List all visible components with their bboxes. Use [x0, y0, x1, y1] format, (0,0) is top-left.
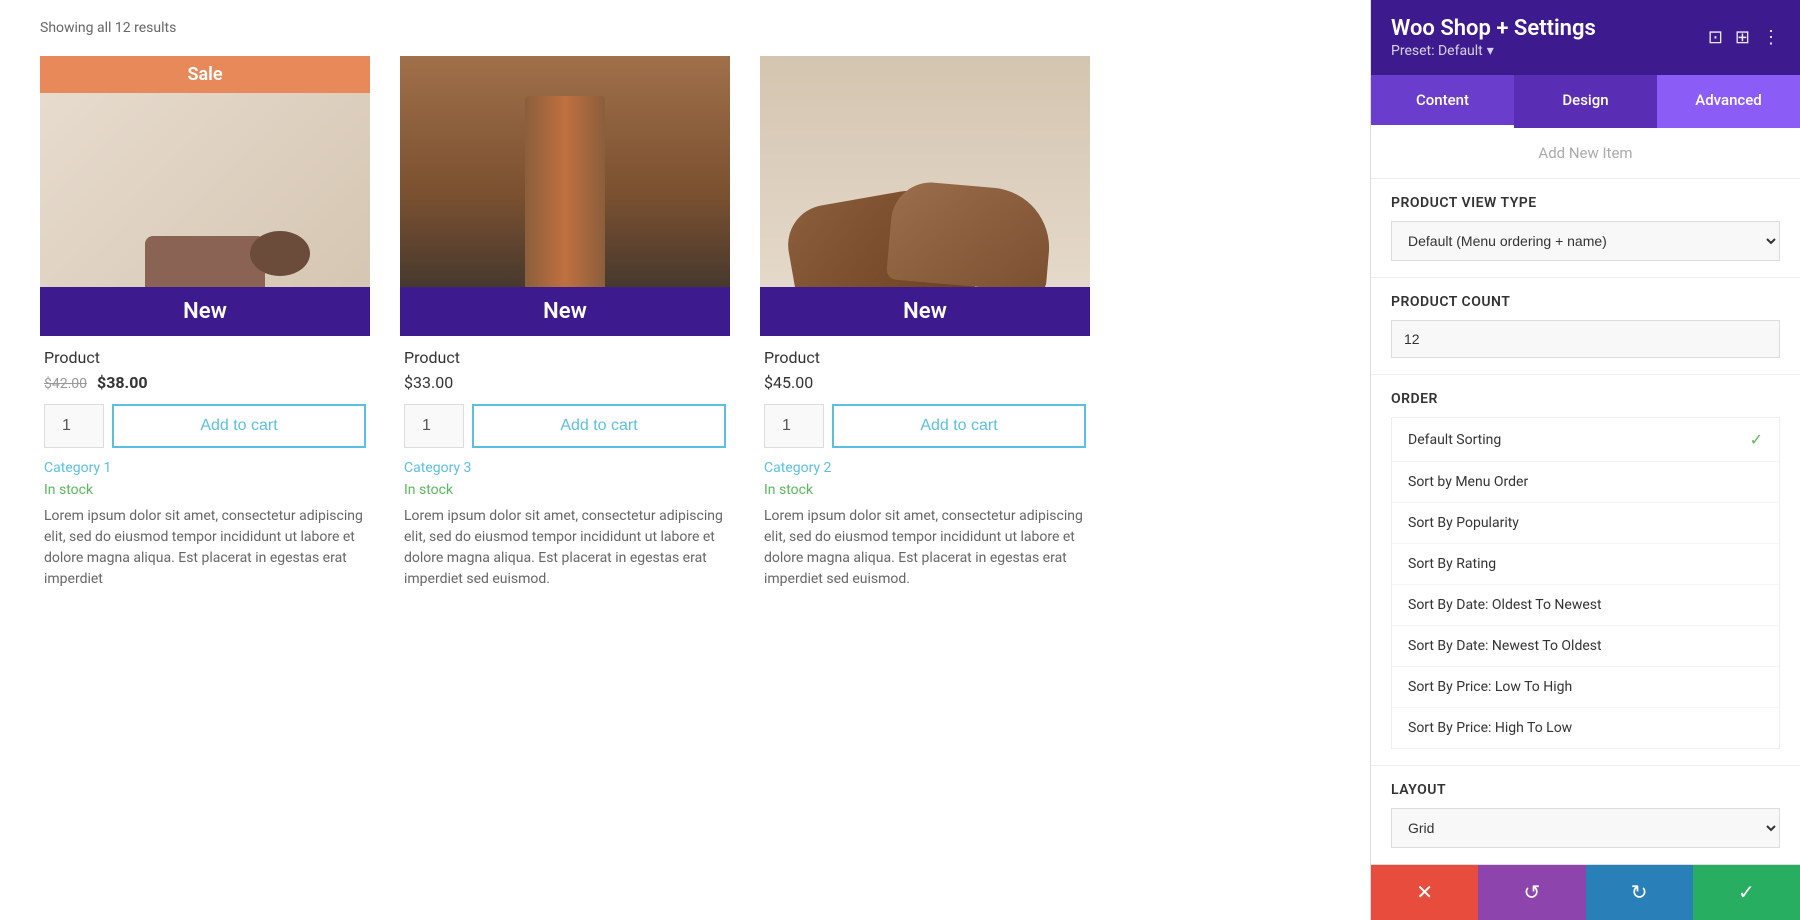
product-info-2: Product $33.00 Add to cart Category 3 In…: [400, 336, 730, 602]
product-info-1: Product $42.00 $38.00 Add to cart Catego…: [40, 336, 370, 602]
new-badge-1: New: [40, 287, 370, 336]
order-option-price-low[interactable]: Sort By Price: Low To High: [1392, 667, 1779, 708]
category-link-3[interactable]: Category 2: [764, 460, 1086, 476]
add-to-cart-button-2[interactable]: Add to cart: [472, 404, 726, 448]
save-button[interactable]: ✓: [1693, 865, 1800, 920]
new-badge-2: New: [400, 287, 730, 336]
panel-content: Add New Item Product View Type Default (…: [1371, 128, 1800, 864]
products-grid: Sale New Product $42.00 $38.00 Add to ca…: [40, 56, 1090, 602]
add-to-cart-button-3[interactable]: Add to cart: [832, 404, 1086, 448]
redo-button[interactable]: ↻: [1586, 865, 1693, 920]
category-link-1[interactable]: Category 1: [44, 460, 366, 476]
product-desc-2: Lorem ipsum dolor sit amet, consectetur …: [404, 506, 726, 590]
product-count-label: Product Count: [1391, 294, 1780, 310]
panel-preset[interactable]: Preset: Default ▾: [1391, 43, 1596, 59]
selected-check-icon: ✓: [1750, 430, 1763, 449]
order-option-price-high[interactable]: Sort By Price: High To Low: [1392, 708, 1779, 748]
qty-input-2[interactable]: [404, 404, 464, 448]
product-desc-1: Lorem ipsum dolor sit amet, consectetur …: [44, 506, 366, 590]
more-icon[interactable]: ⋮: [1762, 27, 1780, 48]
price-wrap-3: $45.00: [764, 373, 1086, 392]
product-name-3: Product: [764, 348, 1086, 367]
order-label: Order: [1391, 391, 1780, 407]
layout-label: Layout: [1391, 782, 1780, 798]
qty-input-3[interactable]: [764, 404, 824, 448]
product-image-wrap-2: New: [400, 56, 730, 336]
product-view-type-section: Product View Type Default (Menu ordering…: [1371, 179, 1800, 278]
panel-header: Woo Shop + Settings Preset: Default ▾ ⊡ …: [1371, 0, 1800, 75]
panel-toolbar: ✕ ↺ ↻ ✓: [1371, 864, 1800, 920]
price-wrap-1: $42.00 $38.00: [44, 373, 366, 392]
in-stock-3: In stock: [764, 482, 1086, 498]
product-card: Sale New Product $42.00 $38.00 Add to ca…: [40, 56, 370, 602]
results-count: Showing all 12 results: [40, 20, 1330, 36]
product-image-wrap-3: New: [760, 56, 1090, 336]
in-stock-1: In stock: [44, 482, 366, 498]
product-desc-3: Lorem ipsum dolor sit amet, consectetur …: [764, 506, 1086, 590]
add-to-cart-wrap-2: Add to cart: [404, 404, 726, 448]
qty-input-1[interactable]: [44, 404, 104, 448]
order-option-popularity[interactable]: Sort By Popularity: [1392, 503, 1779, 544]
add-new-item[interactable]: Add New Item: [1371, 128, 1800, 179]
category-link-2[interactable]: Category 3: [404, 460, 726, 476]
order-option-date-oldest[interactable]: Sort By Date: Oldest To Newest: [1392, 585, 1779, 626]
product-count-section: Product Count: [1371, 278, 1800, 375]
product-card-2: New Product $33.00 Add to cart Category …: [400, 56, 730, 602]
add-to-cart-button-1[interactable]: Add to cart: [112, 404, 366, 448]
product-info-3: Product $45.00 Add to cart Category 2 In…: [760, 336, 1090, 602]
layout-section: Layout Grid List: [1371, 766, 1800, 864]
new-badge-3: New: [760, 287, 1090, 336]
add-to-cart-wrap-3: Add to cart: [764, 404, 1086, 448]
product-card-3: New Product $45.00 Add to cart Category …: [760, 56, 1090, 602]
product-name-2: Product: [404, 348, 726, 367]
price-new-1: $38.00: [97, 373, 148, 392]
order-option-rating[interactable]: Sort By Rating: [1392, 544, 1779, 585]
price-old-1: $42.00: [44, 376, 87, 392]
undo-button[interactable]: ↺: [1478, 865, 1585, 920]
fullscreen-icon[interactable]: ⊡: [1708, 27, 1723, 48]
sale-badge: Sale: [40, 56, 370, 93]
price-regular-2: $33.00: [404, 373, 453, 392]
order-option-date-newest[interactable]: Sort By Date: Newest To Oldest: [1392, 626, 1779, 667]
layout-icon[interactable]: ⊞: [1735, 27, 1750, 48]
settings-panel: Woo Shop + Settings Preset: Default ▾ ⊡ …: [1370, 0, 1800, 920]
tab-advanced[interactable]: Advanced: [1657, 75, 1800, 128]
product-count-input[interactable]: [1391, 320, 1780, 358]
order-dropdown: Default Sorting ✓ Sort by Menu Order Sor…: [1391, 417, 1780, 749]
price-regular-3: $45.00: [764, 373, 813, 392]
cancel-button[interactable]: ✕: [1371, 865, 1478, 920]
tab-design[interactable]: Design: [1514, 75, 1657, 128]
product-name-1: Product: [44, 348, 366, 367]
in-stock-2: In stock: [404, 482, 726, 498]
add-to-cart-wrap-1: Add to cart: [44, 404, 366, 448]
panel-title-wrap: Woo Shop + Settings Preset: Default ▾: [1391, 16, 1596, 59]
product-image-wrap: Sale New: [40, 56, 370, 336]
order-option-default[interactable]: Default Sorting ✓: [1392, 418, 1779, 462]
panel-tabs: Content Design Advanced: [1371, 75, 1800, 128]
order-section: Order Default Sorting ✓ Sort by Menu Ord…: [1371, 375, 1800, 766]
panel-title: Woo Shop + Settings: [1391, 16, 1596, 41]
price-wrap-2: $33.00: [404, 373, 726, 392]
tab-content[interactable]: Content: [1371, 75, 1514, 128]
product-view-type-select[interactable]: Default (Menu ordering + name): [1391, 221, 1780, 261]
shop-area: Showing all 12 results Sale New Product …: [0, 0, 1370, 920]
order-option-menu-order[interactable]: Sort by Menu Order: [1392, 462, 1779, 503]
product-view-type-label: Product View Type: [1391, 195, 1780, 211]
layout-select[interactable]: Grid List: [1391, 808, 1780, 848]
panel-header-icons: ⊡ ⊞ ⋮: [1708, 27, 1780, 48]
